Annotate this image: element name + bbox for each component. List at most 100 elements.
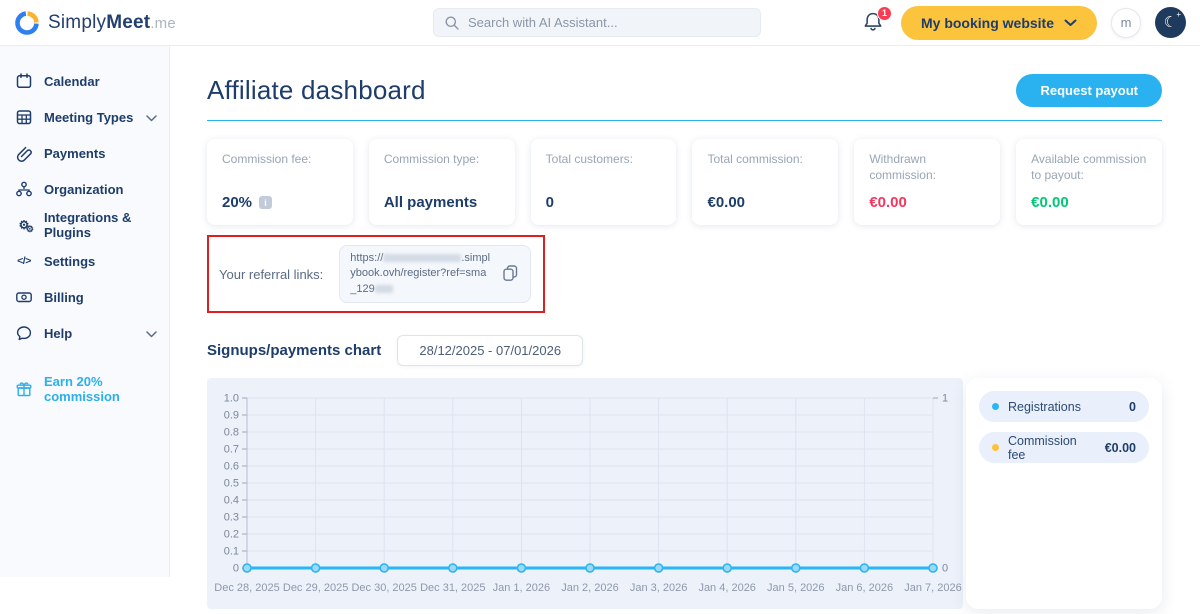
referral-links-highlight: Your referral links: https://.simplybook… bbox=[207, 235, 545, 313]
legend-label: Registrations bbox=[1008, 400, 1081, 414]
stat-card-available-commission: Available commission to payout: €0.00 bbox=[1016, 139, 1162, 225]
chevron-down-icon bbox=[146, 110, 157, 125]
svg-text:Jan 4, 2026: Jan 4, 2026 bbox=[698, 582, 756, 594]
svg-text:0.9: 0.9 bbox=[224, 410, 239, 422]
notification-badge: 1 bbox=[877, 6, 892, 21]
gift-icon bbox=[15, 380, 33, 398]
search-icon bbox=[444, 15, 460, 31]
stat-label: Withdrawn commission: bbox=[869, 152, 985, 183]
redacted-subdomain bbox=[383, 254, 461, 262]
moon-icon: ☾ bbox=[1164, 14, 1177, 31]
copy-link-button[interactable] bbox=[499, 261, 522, 287]
svg-text:Dec 28, 2025: Dec 28, 2025 bbox=[214, 582, 279, 594]
legend-commission-fee[interactable]: Commission fee €0.00 bbox=[979, 432, 1149, 463]
stat-label: Commission type: bbox=[384, 152, 500, 168]
sidebar-item-billing[interactable]: Billing bbox=[0, 279, 169, 315]
app-logo[interactable]: SimplyMeet.me bbox=[14, 10, 176, 36]
chevron-down-icon bbox=[146, 326, 157, 341]
svg-text:0.8: 0.8 bbox=[224, 427, 239, 439]
sidebar-item-payments[interactable]: Payments bbox=[0, 135, 169, 171]
my-booking-website-button[interactable]: My booking website bbox=[901, 6, 1097, 40]
svg-text:Dec 30, 2025: Dec 30, 2025 bbox=[351, 582, 416, 594]
stat-card-commission-fee: Commission fee: 20%i bbox=[207, 139, 353, 225]
stats-row: Commission fee: 20%i Commission type: Al… bbox=[207, 139, 1162, 225]
svg-text:0.6: 0.6 bbox=[224, 461, 239, 473]
svg-text:0.1: 0.1 bbox=[224, 546, 239, 558]
sidebar-item-settings[interactable]: </> Settings bbox=[0, 243, 169, 279]
legend-value: 0 bbox=[1129, 400, 1136, 414]
paperclip-icon bbox=[15, 144, 33, 162]
referral-url-text: https://.simplybook.ovh/register?ref=sma… bbox=[350, 251, 491, 297]
svg-text:Jan 2, 2026: Jan 2, 2026 bbox=[561, 582, 619, 594]
svg-text:Jan 6, 2026: Jan 6, 2026 bbox=[836, 582, 894, 594]
logo-icon bbox=[14, 10, 40, 36]
svg-text:Jan 5, 2026: Jan 5, 2026 bbox=[767, 582, 825, 594]
stat-label: Total customers: bbox=[546, 152, 662, 168]
date-range-input[interactable] bbox=[397, 335, 583, 366]
brand-name: SimplyMeet.me bbox=[48, 12, 176, 34]
sidebar-label: Earn 20% commission bbox=[44, 374, 157, 404]
user-avatar[interactable]: m bbox=[1111, 8, 1141, 38]
stat-card-total-customers: Total customers: 0 bbox=[531, 139, 677, 225]
redacted-ref-id bbox=[375, 285, 393, 293]
stat-value: 20% bbox=[222, 194, 252, 211]
stat-value: €0.00 bbox=[1031, 194, 1069, 211]
svg-text:0.5: 0.5 bbox=[224, 478, 239, 490]
svg-text:0.2: 0.2 bbox=[224, 529, 239, 541]
sidebar-label: Calendar bbox=[44, 74, 100, 89]
svg-text:0.3: 0.3 bbox=[224, 512, 239, 524]
stat-value: €0.00 bbox=[869, 194, 907, 211]
copy-icon bbox=[501, 263, 520, 282]
svg-text:0: 0 bbox=[233, 563, 239, 575]
banknote-icon bbox=[15, 288, 33, 306]
org-chart-icon bbox=[15, 180, 33, 198]
svg-text:0: 0 bbox=[942, 563, 948, 575]
legend-label: Commission fee bbox=[1008, 434, 1096, 462]
sidebar-label: Integrations & Plugins bbox=[44, 210, 157, 240]
sidebar-label: Payments bbox=[44, 146, 105, 161]
search-input[interactable] bbox=[468, 15, 750, 30]
chat-bubble-icon bbox=[15, 324, 33, 342]
stat-value: €0.00 bbox=[707, 194, 745, 211]
svg-text:Jan 1, 2026: Jan 1, 2026 bbox=[493, 582, 551, 594]
calendar-icon bbox=[15, 72, 33, 90]
info-icon[interactable]: i bbox=[259, 196, 272, 209]
sidebar-item-earn-commission[interactable]: Earn 20% commission bbox=[0, 371, 169, 407]
legend-registrations[interactable]: Registrations 0 bbox=[979, 391, 1149, 422]
page-title: Affiliate dashboard bbox=[207, 75, 426, 106]
sidebar-item-organization[interactable]: Organization bbox=[0, 171, 169, 207]
sidebar-item-help[interactable]: Help bbox=[0, 315, 169, 351]
stat-card-total-commission: Total commission: €0.00 bbox=[692, 139, 838, 225]
svg-text:0.4: 0.4 bbox=[224, 495, 239, 507]
request-payout-button[interactable]: Request payout bbox=[1016, 74, 1162, 107]
ai-search[interactable] bbox=[433, 8, 761, 37]
sidebar-item-integrations-plugins[interactable]: ⚙⚙ Integrations & Plugins bbox=[0, 207, 169, 243]
svg-text:1.0: 1.0 bbox=[224, 393, 239, 405]
svg-text:0.7: 0.7 bbox=[224, 444, 239, 456]
sidebar: Calendar Meeting Types Payments Organiza… bbox=[0, 46, 170, 577]
referral-url-box[interactable]: https://.simplybook.ovh/register?ref=sma… bbox=[339, 245, 531, 303]
sidebar-item-meeting-types[interactable]: Meeting Types bbox=[0, 99, 169, 135]
svg-text:1: 1 bbox=[942, 393, 948, 405]
sidebar-label: Meeting Types bbox=[44, 110, 133, 125]
sidebar-item-calendar[interactable]: Calendar bbox=[0, 63, 169, 99]
code-brackets-icon: </> bbox=[15, 252, 33, 270]
main-content: Affiliate dashboard Request payout Commi… bbox=[170, 46, 1200, 577]
chevron-down-icon bbox=[1064, 19, 1077, 27]
svg-text:Dec 29, 2025: Dec 29, 2025 bbox=[283, 582, 348, 594]
signups-payments-chart[interactable]: 0 0.1 0.2 0.3 0.4 0.5 0.6 0.7 0.8 0.9 1.0 1 0 Dec 28,… bbox=[207, 378, 963, 609]
title-divider bbox=[207, 120, 1162, 121]
dark-mode-toggle[interactable]: ☾ + bbox=[1155, 7, 1186, 38]
svg-text:Jan 7, 2026: Jan 7, 2026 bbox=[904, 582, 962, 594]
stat-value: 0 bbox=[546, 194, 554, 211]
sidebar-label: Billing bbox=[44, 290, 84, 305]
booking-button-label: My booking website bbox=[921, 15, 1054, 31]
stat-value: All payments bbox=[384, 194, 477, 211]
top-bar: SimplyMeet.me 1 My booking website m ☾ + bbox=[0, 0, 1200, 46]
plus-sparkle-icon: + bbox=[1176, 10, 1181, 19]
sidebar-label: Help bbox=[44, 326, 72, 341]
notifications-button[interactable]: 1 bbox=[861, 10, 887, 36]
svg-text:Jan 3, 2026: Jan 3, 2026 bbox=[630, 582, 688, 594]
commission-fee-dot-icon bbox=[992, 444, 999, 451]
sidebar-label: Settings bbox=[44, 254, 95, 269]
